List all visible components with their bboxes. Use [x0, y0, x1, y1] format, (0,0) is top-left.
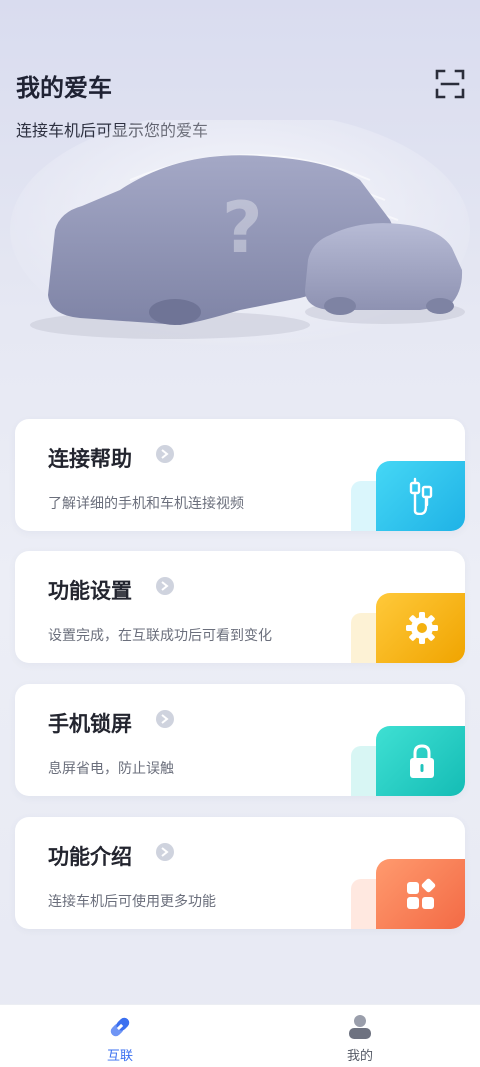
- tab-label: 我的: [346, 1049, 373, 1064]
- card-title: 手机锁屏: [48, 712, 132, 736]
- gear-icon: [376, 593, 465, 663]
- card-phone-lock[interactable]: 手机锁屏 息屏省电，防止误触: [15, 684, 465, 796]
- scan-icon[interactable]: [434, 68, 466, 100]
- card-description: 设置完成，在互联成功后可看到变化: [48, 628, 272, 644]
- card-description: 了解详细的手机和车机连接视频: [48, 496, 244, 512]
- car-placeholder-illustration: ?: [0, 110, 480, 360]
- page-title: 我的爱车: [16, 74, 112, 102]
- svg-text:?: ?: [222, 187, 263, 269]
- bottom-tab-bar: 互联 我的: [0, 1004, 480, 1067]
- card-description: 息屏省电，防止误触: [48, 761, 174, 777]
- card-description: 连接车机后可使用更多功能: [48, 894, 216, 910]
- card-title: 功能介绍: [48, 845, 132, 869]
- link-icon: [106, 1013, 134, 1041]
- card-feature-intro[interactable]: 功能介绍 连接车机后可使用更多功能: [15, 817, 465, 929]
- chevron-right-icon: [156, 445, 174, 463]
- apps-icon: [376, 859, 465, 929]
- tab-label: 互联: [106, 1049, 133, 1064]
- card-title: 连接帮助: [48, 447, 132, 471]
- tab-connect[interactable]: 互联: [60, 1013, 180, 1064]
- tab-mine[interactable]: 我的: [300, 1013, 420, 1064]
- lock-icon: [376, 726, 465, 796]
- card-connect-help[interactable]: 连接帮助 了解详细的手机和车机连接视频: [15, 419, 465, 531]
- user-icon: [346, 1013, 374, 1041]
- usb-cable-icon: [376, 461, 465, 531]
- chevron-right-icon: [156, 843, 174, 861]
- chevron-right-icon: [156, 577, 174, 595]
- chevron-right-icon: [156, 710, 174, 728]
- card-title: 功能设置: [48, 579, 132, 603]
- card-feature-settings[interactable]: 功能设置 设置完成，在互联成功后可看到变化: [15, 551, 465, 663]
